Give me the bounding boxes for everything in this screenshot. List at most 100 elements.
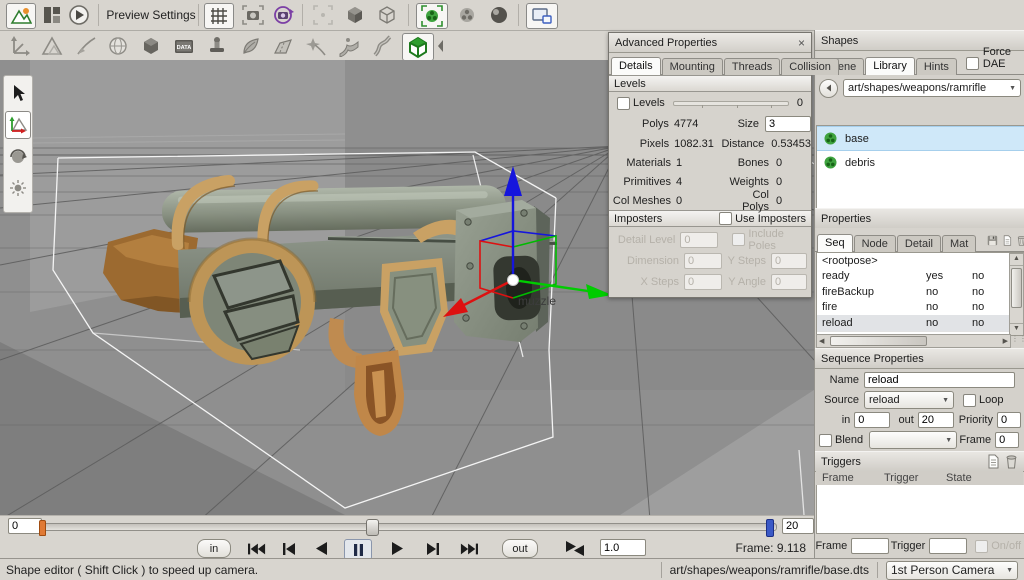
out-input[interactable] (918, 412, 954, 428)
seq-row-reload[interactable]: reloadnono (817, 315, 1024, 331)
rotate-tool-icon[interactable] (6, 144, 30, 170)
seq-vscrollbar[interactable]: ▲ ▼ (1009, 253, 1024, 336)
back-arrow-icon[interactable] (819, 79, 838, 98)
triggers-list[interactable] (816, 485, 1024, 534)
close-icon[interactable]: × (798, 36, 805, 50)
trigger-frame-input[interactable] (851, 538, 889, 554)
terrain-editor-icon[interactable] (39, 34, 65, 58)
source-dropdown[interactable]: reload▼ (864, 391, 954, 409)
next-frame-icon[interactable] (420, 539, 446, 558)
trigger-id-input[interactable] (929, 538, 967, 554)
size-input[interactable] (765, 116, 811, 132)
trash-icon[interactable] (1004, 454, 1019, 469)
list-item-base[interactable]: base (817, 126, 1024, 151)
shapes-path-dropdown[interactable]: art/shapes/weapons/ramrifle▼ (843, 79, 1021, 97)
pingpong-icon[interactable] (560, 539, 590, 558)
properties-panel-header: Properties (815, 208, 1024, 229)
tab-threads[interactable]: Threads (724, 58, 780, 75)
in-button[interactable]: in (197, 539, 231, 558)
play-circle-icon[interactable] (66, 3, 92, 27)
forest-editor-icon[interactable] (237, 34, 263, 58)
cube-wireframe-icon[interactable] (374, 3, 400, 27)
priority-input[interactable] (997, 412, 1021, 428)
terrain-painter-icon[interactable] (72, 34, 98, 58)
save-icon[interactable] (987, 233, 998, 248)
material-editor-icon[interactable] (105, 34, 131, 58)
road-editor-icon[interactable] (270, 34, 296, 58)
timeline-track[interactable] (40, 523, 777, 531)
timeline-in-marker[interactable] (39, 520, 46, 536)
camera-mode-dropdown[interactable]: 1st Person Camera▼ (886, 561, 1018, 580)
new-doc-icon[interactable] (986, 454, 1001, 469)
tab-collision[interactable]: Collision (781, 58, 839, 75)
frame-input[interactable] (995, 432, 1019, 448)
shape-gray-icon[interactable] (454, 3, 480, 27)
timeline-out-marker[interactable] (766, 519, 774, 537)
tab-hints[interactable]: Hints (916, 58, 957, 75)
shape-editor-icon[interactable] (402, 33, 434, 61)
shape-bounds-icon[interactable] (416, 3, 448, 29)
onoff-label: On/off (991, 540, 1021, 552)
scene-mountain-icon[interactable] (6, 3, 36, 29)
cube-solid-icon[interactable] (342, 3, 368, 27)
loop-checkbox[interactable] (963, 394, 976, 407)
tab-mat[interactable]: Mat (942, 235, 976, 252)
blend-dropdown[interactable]: ▼ (869, 431, 957, 449)
grid-icon[interactable] (204, 3, 234, 29)
center-object-icon[interactable] (310, 3, 336, 27)
mesh-road-editor-icon[interactable] (369, 34, 395, 58)
advanced-properties-titlebar[interactable]: Advanced Properties × (609, 33, 811, 53)
new-doc-icon[interactable] (1002, 233, 1013, 248)
seq-row-fire[interactable]: firenono (817, 300, 1024, 316)
toolbar-collapse-arrow[interactable] (436, 34, 446, 58)
camera-orbit-icon[interactable] (270, 3, 296, 27)
force-dae-checkbox[interactable] (966, 57, 979, 70)
play-reverse-icon[interactable] (308, 539, 334, 558)
trash-icon[interactable] (1016, 233, 1024, 248)
levels-slider[interactable] (673, 98, 789, 108)
preview-settings-button[interactable]: Preview Settings (106, 3, 196, 27)
datablock-editor-icon[interactable]: DATA (171, 34, 197, 58)
list-item-debris[interactable]: debris (817, 151, 1024, 174)
use-imposters-checkbox[interactable] (719, 212, 732, 225)
sequence-name-input[interactable] (864, 372, 1015, 388)
levels-checkbox[interactable] (617, 97, 630, 110)
skip-to-end-icon[interactable] (456, 539, 482, 558)
resize-grip[interactable]: ⋮⋮ (1011, 334, 1023, 346)
seq-row-ready[interactable]: readyyesno (817, 269, 1024, 285)
pause-icon[interactable] (344, 539, 372, 560)
in-input[interactable] (854, 412, 890, 428)
timeline-start-input[interactable] (8, 518, 42, 534)
decal-editor-icon[interactable] (204, 34, 230, 58)
seq-row-rootpose[interactable]: <rootpose> (817, 253, 1024, 269)
timeline-thumb[interactable] (366, 519, 379, 536)
timeline-end-input[interactable] (782, 518, 814, 534)
tab-mounting[interactable]: Mounting (662, 58, 723, 75)
out-button[interactable]: out (502, 539, 538, 558)
tab-seq[interactable]: Seq (817, 234, 853, 252)
seq-hscrollbar[interactable]: ◀ ▶ (816, 334, 1011, 348)
window-layout-icon[interactable] (526, 3, 558, 29)
tab-details[interactable]: Details (611, 57, 661, 75)
tab-library[interactable]: Library (865, 57, 915, 75)
seqprop-blend-row: Blend ▼ Frame (815, 431, 1021, 449)
sketch-tool-icon[interactable] (138, 34, 164, 58)
light-tool-icon[interactable] (6, 175, 30, 201)
prev-frame-icon[interactable] (276, 539, 302, 558)
tab-node[interactable]: Node (854, 235, 896, 252)
river-editor-icon[interactable] (336, 34, 362, 58)
camera-snapshot-icon[interactable] (240, 3, 266, 27)
move-tool-icon[interactable] (5, 111, 31, 139)
axis-tool-icon[interactable] (6, 34, 32, 58)
playback-speed-input[interactable] (600, 539, 646, 556)
gizmo-center-handle[interactable] (508, 275, 519, 286)
play-icon[interactable] (384, 539, 410, 558)
panes-icon[interactable] (40, 3, 64, 27)
skip-to-start-icon[interactable] (244, 539, 270, 558)
sphere-icon[interactable] (486, 3, 512, 27)
blend-checkbox[interactable] (819, 434, 832, 447)
cursor-tool-icon[interactable] (6, 80, 30, 106)
seq-row-firebackup[interactable]: fireBackupnono (817, 284, 1024, 300)
tab-detail[interactable]: Detail (897, 235, 941, 252)
particle-editor-icon[interactable] (303, 34, 329, 58)
